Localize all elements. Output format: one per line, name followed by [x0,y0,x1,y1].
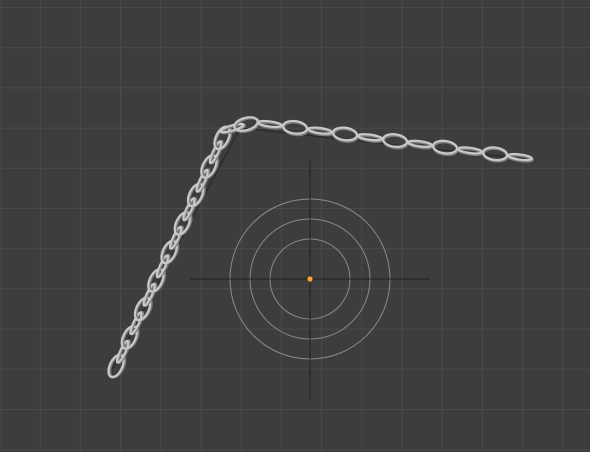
origin-dot-icon[interactable] [307,276,313,282]
floor-grid [0,0,590,452]
chain-link [331,126,359,143]
chain-object[interactable] [105,115,534,380]
viewport-canvas[interactable] [0,0,590,452]
3d-viewport[interactable] [0,0,590,452]
chain-link [456,146,484,157]
chain-link [406,139,434,150]
chain-link [431,139,459,157]
chain-link [506,152,534,163]
chain-link [233,116,261,134]
chain-link [381,133,409,150]
